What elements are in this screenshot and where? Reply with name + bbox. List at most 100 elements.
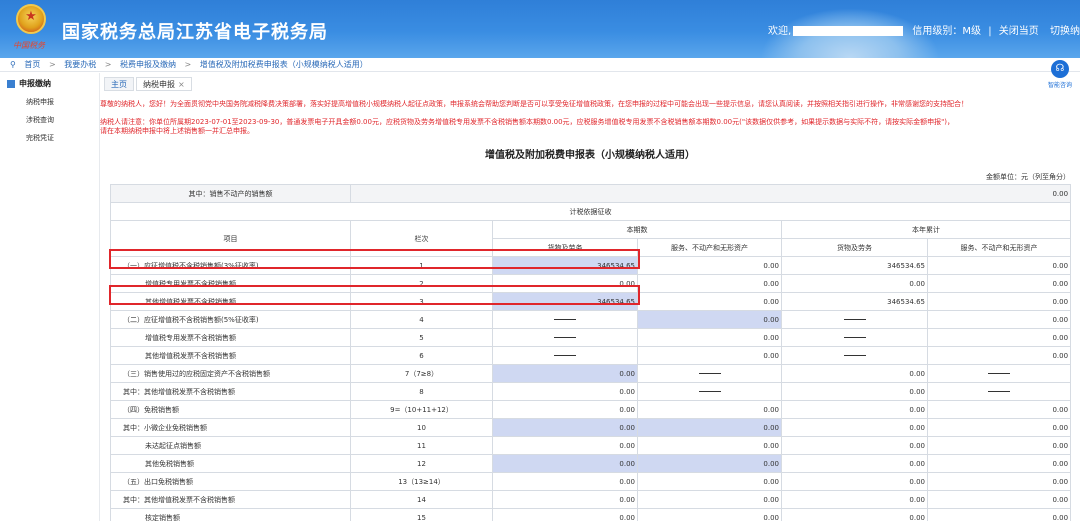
- ytd-services-cell: 0.00: [926, 328, 1072, 347]
- current-goods-cell[interactable]: 0.00: [492, 436, 638, 455]
- current-services-cell[interactable]: 0.00: [637, 400, 782, 419]
- current-goods-cell[interactable]: 0.00: [492, 508, 638, 521]
- ytd-goods-cell: 0.00: [781, 454, 928, 473]
- not-applicable-dash: [698, 373, 721, 374]
- current-services-cell[interactable]: 0.00: [637, 346, 782, 365]
- section-header-row: 计税依据征收: [109, 202, 1072, 221]
- current-services-cell[interactable]: 0.00: [637, 436, 782, 455]
- breadcrumb-tax-affairs[interactable]: 我要办税: [64, 60, 96, 69]
- row-line-number: 14: [350, 490, 493, 509]
- row-label: （一）应征增值税不含税销售额(3%征收率): [110, 256, 351, 275]
- current-services-cell[interactable]: 0.00: [637, 418, 782, 437]
- current-services-cell[interactable]: 0.00: [637, 508, 782, 521]
- row-line-number: 6: [350, 346, 493, 365]
- assistant-label: 智能咨询: [1047, 82, 1072, 89]
- row-label: （二）应征增值税不含税销售额(5%征收率): [110, 310, 351, 329]
- current-services-cell[interactable]: 0.00: [637, 328, 782, 347]
- table-row: （四）免税销售额 9=（10+11+12） 0.00 0.00 0.00 0.00: [110, 400, 1072, 419]
- breadcrumb-declaration[interactable]: 税费申报及缴纳: [120, 60, 176, 69]
- current-goods-cell-empty: [492, 328, 638, 347]
- table-row: 未达起征点销售额 11 0.00 0.00 0.00 0.00: [110, 436, 1072, 455]
- ytd-goods-cell: 0.00: [781, 472, 928, 491]
- table-row: 其中：其他增值税发票不含税销售额 8 0.00 0.00: [110, 382, 1072, 401]
- not-applicable-dash: [988, 391, 1011, 392]
- current-goods-cell[interactable]: 0.00: [492, 418, 638, 437]
- chevron-right-icon: >: [184, 60, 192, 69]
- ytd-goods-cell-empty: [781, 310, 928, 329]
- current-goods-cell[interactable]: 0.00: [492, 400, 638, 419]
- current-services-cell[interactable]: 0.00: [637, 292, 782, 311]
- col-header-ytd: 本年累计: [780, 220, 1072, 239]
- row-label: 其中：小微企业免税销售额: [110, 418, 351, 437]
- top-row-label: 其中：销售不动产的销售额: [110, 184, 351, 203]
- current-services-cell[interactable]: 0.00: [637, 472, 782, 491]
- tax-emblem-icon: ★: [16, 4, 46, 34]
- emblem-caption: 中国税务: [13, 41, 45, 50]
- current-services-cell[interactable]: 0.00: [637, 256, 782, 275]
- ytd-services-cell-empty: [926, 382, 1072, 401]
- ytd-goods-cell: 0.00: [781, 382, 928, 401]
- ytd-goods-cell-empty: [781, 346, 928, 365]
- col-header-ytd-services: 服务、不动产和无形资产: [926, 238, 1072, 257]
- ytd-services-cell-empty: [926, 364, 1072, 383]
- current-goods-cell[interactable]: 346534.65: [492, 292, 638, 311]
- table-row: 核定销售额 15 0.00 0.00 0.00 0.00: [110, 508, 1072, 521]
- smart-assistant-button[interactable]: ☊ 智能咨询: [1040, 60, 1080, 89]
- not-applicable-dash: [554, 355, 576, 356]
- location-pin-icon: ⚲: [10, 60, 16, 69]
- close-page-link[interactable]: 关闭当页: [999, 26, 1039, 37]
- row-label: 核定销售额: [110, 508, 351, 521]
- current-goods-cell[interactable]: 346534.65: [492, 256, 638, 275]
- site-header: ★ 中国税务 国家税务总局江苏省电子税务局 欢迎, 信用级别：M级 | 关闭当页…: [0, 0, 1080, 58]
- table-row: 增值税专用发票不含税销售额 5 0.00 0.00: [110, 328, 1072, 347]
- current-services-cell[interactable]: 0.00: [637, 274, 782, 293]
- row-label: 增值税专用发票不含税销售额: [110, 274, 351, 293]
- row-line-number: 7（7≥8）: [350, 364, 493, 383]
- current-services-cell[interactable]: 0.00: [637, 454, 782, 473]
- current-goods-cell[interactable]: 0.00: [492, 382, 638, 401]
- row-line-number: 12: [350, 454, 493, 473]
- switch-taxpayer-link[interactable]: 切换纳税人: [1050, 26, 1080, 37]
- row-label: （四）免税销售额: [110, 400, 351, 419]
- ytd-services-cell: 0.00: [926, 346, 1072, 365]
- sidebar-item-tax-query[interactable]: 涉税查询: [0, 111, 99, 129]
- sidebar-item-tax-certificate[interactable]: 完税凭证: [0, 129, 99, 147]
- tab-home[interactable]: 主页: [104, 77, 134, 91]
- welcome-text: 欢迎,: [768, 26, 792, 37]
- row-line-number: 15: [350, 508, 493, 521]
- table-row: 其他免税销售额 12 0.00 0.00 0.00 0.00: [110, 454, 1072, 473]
- row-line-number: 8: [350, 382, 493, 401]
- ytd-goods-cell-empty: [781, 328, 928, 347]
- table-row: 其他增值税发票不含税销售额 3 346534.65 0.00 346534.65 0.00: [110, 292, 1072, 311]
- ytd-services-cell: 0.00: [926, 508, 1072, 521]
- col-header-item: 项目: [110, 220, 351, 257]
- col-header-line: 栏次: [350, 220, 493, 257]
- current-goods-cell[interactable]: 0.00: [492, 364, 638, 383]
- row-line-number: 9=（10+11+12）: [350, 400, 493, 419]
- ytd-goods-cell: 346534.65: [781, 256, 928, 275]
- current-goods-cell[interactable]: 0.00: [492, 454, 638, 473]
- notice-attention-cont: 请在本期纳税申报中将上述销售额一并汇总申报。: [100, 127, 254, 135]
- table-row: 其中：小微企业免税销售额 10 0.00 0.00 0.00 0.00: [110, 418, 1072, 437]
- current-services-cell[interactable]: 0.00: [637, 490, 782, 509]
- sidebar-item-tax-declaration[interactable]: 纳税申报: [0, 93, 99, 111]
- sidebar-group-declaration[interactable]: 申报缴纳: [0, 73, 99, 93]
- row-label: 增值税专用发票不含税销售额: [110, 328, 351, 347]
- col-header-ytd-goods: 货物及劳务: [781, 238, 928, 257]
- row-line-number: 2: [350, 274, 493, 293]
- row-line-number: 1: [350, 256, 493, 275]
- not-applicable-dash: [843, 355, 866, 356]
- notice-attention: 纳税人请注意：你单位所属期2023-07-01至2023-09-30，普通发票电…: [100, 118, 955, 126]
- current-services-cell[interactable]: 0.00: [637, 310, 782, 329]
- current-goods-cell[interactable]: 0.00: [492, 274, 638, 293]
- close-icon[interactable]: ×: [178, 80, 185, 89]
- ytd-goods-cell: 0.00: [781, 418, 928, 437]
- header-row-1: 项目 栏次 本期数 本年累计: [110, 220, 1072, 257]
- current-goods-cell[interactable]: 0.00: [492, 472, 638, 491]
- tab-tax-declaration[interactable]: 纳税申报 ×: [136, 77, 192, 91]
- current-goods-cell[interactable]: 0.00: [492, 490, 638, 509]
- menu-grid-icon: [7, 79, 15, 88]
- site-title: 国家税务总局江苏省电子税务局: [62, 22, 328, 43]
- row-line-number: 5: [350, 328, 493, 347]
- breadcrumb-home[interactable]: 首页: [24, 60, 40, 69]
